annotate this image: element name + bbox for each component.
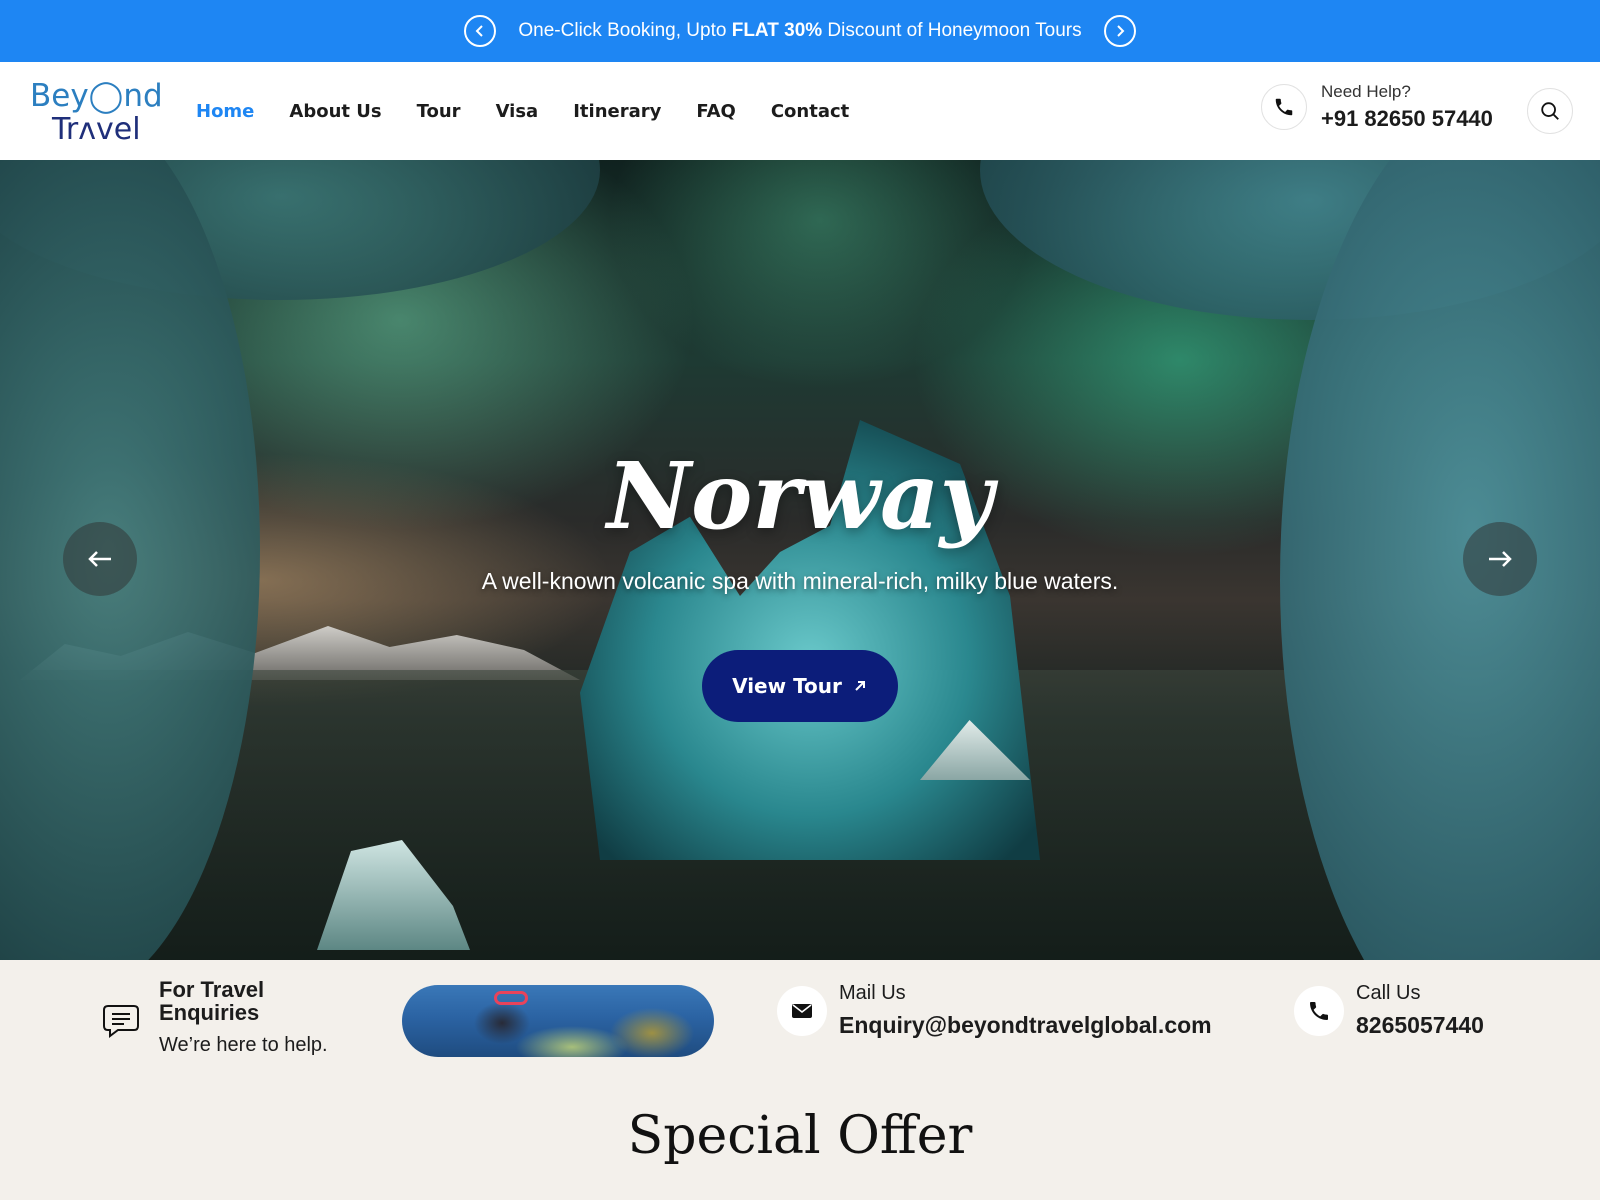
arrow-left-icon xyxy=(88,551,111,567)
chevron-left-icon xyxy=(475,25,484,37)
view-tour-button[interactable]: View Tour xyxy=(702,650,898,722)
promo-next-button[interactable] xyxy=(1103,15,1136,47)
mail-label: Mail Us xyxy=(839,982,906,1004)
nav-tour[interactable]: Tour xyxy=(417,101,461,122)
diver-image xyxy=(402,985,714,1057)
help-text: Need Help? +91 82650 57440 xyxy=(1321,82,1493,132)
logo-line1: Bey◯nd xyxy=(30,78,163,114)
site-header: Bey◯nd Trʌvel Home About Us Tour Visa It… xyxy=(0,62,1600,160)
hero-subtitle: A well-known volcanic spa with mineral-r… xyxy=(481,568,1119,594)
nav-about-us[interactable]: About Us xyxy=(289,101,381,122)
nav-visa[interactable]: Visa xyxy=(496,101,539,122)
nav-faq[interactable]: FAQ xyxy=(696,101,735,122)
help-label: Need Help? xyxy=(1321,82,1411,101)
nav-home[interactable]: Home xyxy=(196,101,254,122)
chevron-right-icon xyxy=(1116,25,1125,37)
arrow-right-icon xyxy=(1489,551,1512,567)
mail-icon xyxy=(792,1004,812,1018)
chat-icon xyxy=(103,1005,139,1038)
mail-value[interactable]: Enquiry@beyondtravelglobal.com xyxy=(839,1012,1212,1039)
nav-itinerary[interactable]: Itinerary xyxy=(573,101,661,122)
call-label: Call Us xyxy=(1356,982,1421,1004)
enquiry-title: For Travel Enquiries xyxy=(159,977,265,1025)
arrow-up-right-icon xyxy=(855,681,865,691)
search-icon xyxy=(1541,102,1559,120)
hero-slider: Norway A well-known volcanic spa with mi… xyxy=(0,160,1600,960)
phone-icon xyxy=(1275,98,1293,116)
call-icon-circle xyxy=(1294,986,1344,1036)
nav-contact[interactable]: Contact xyxy=(771,101,849,122)
promo-text-bold: FLAT 30% xyxy=(731,20,823,41)
hero-bg-shape xyxy=(1280,160,1600,960)
promo-bar: One-Click Booking, Upto FLAT 30% Discoun… xyxy=(0,0,1600,62)
special-offer-title: Special Offer xyxy=(627,1106,973,1166)
slider-prev-button[interactable] xyxy=(63,522,137,596)
hero-title: Norway xyxy=(606,442,994,550)
phone-icon xyxy=(1310,1002,1328,1020)
search-button[interactable] xyxy=(1527,88,1573,134)
view-tour-label: View Tour xyxy=(732,674,842,698)
mail-icon-circle xyxy=(777,986,827,1036)
promo-text-suffix: Discount of Honeymoon Tours xyxy=(822,20,1082,41)
contact-strip: For Travel Enquiries We’re here to help.… xyxy=(0,960,1600,1080)
logo-line2: Trʌvel xyxy=(52,112,141,147)
promo-text-prefix: One-Click Booking, Upto xyxy=(518,20,732,41)
site-logo[interactable]: Bey◯nd Trʌvel xyxy=(30,76,163,147)
slider-next-button[interactable] xyxy=(1463,522,1537,596)
help-contact[interactable]: Need Help? +91 82650 57440 xyxy=(1261,82,1493,132)
promo-prev-button[interactable] xyxy=(464,15,497,47)
diver-mask xyxy=(494,991,528,1005)
phone-icon-circle xyxy=(1261,84,1307,130)
promo-text: One-Click Booking, Upto FLAT 30% Discoun… xyxy=(518,20,1081,42)
help-phone[interactable]: +91 82650 57440 xyxy=(1321,106,1493,132)
main-nav: Home About Us Tour Visa Itinerary FAQ Co… xyxy=(196,62,849,160)
call-value[interactable]: 8265057440 xyxy=(1356,1012,1484,1039)
enquiry-subtitle: We’re here to help. xyxy=(159,1034,328,1056)
